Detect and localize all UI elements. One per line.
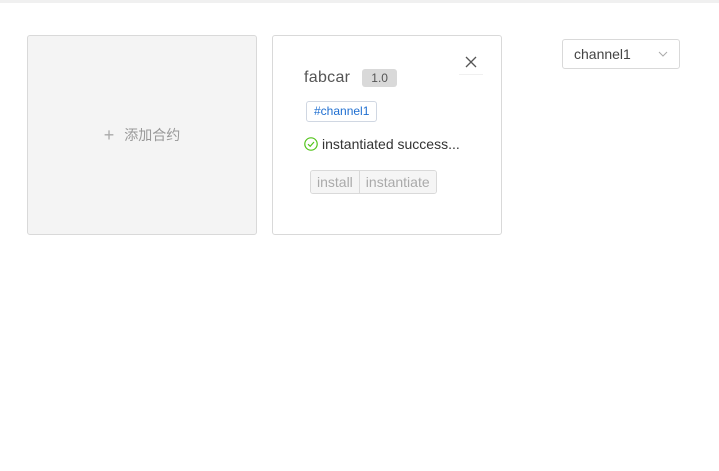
action-button-group: install instantiate	[310, 170, 437, 194]
add-contract-card[interactable]: + 添加合约	[27, 35, 257, 235]
close-button[interactable]	[459, 50, 483, 75]
contract-title-row: fabcar 1.0	[304, 69, 397, 87]
status-row: instantiated success...	[304, 136, 474, 152]
close-icon	[465, 56, 477, 68]
add-contract-label: 添加合约	[124, 127, 181, 143]
channel-select-value: channel1	[574, 46, 631, 62]
chevron-down-icon	[658, 51, 668, 57]
channel-tag: #channel1	[306, 101, 378, 122]
install-button[interactable]: install	[311, 171, 359, 193]
instantiate-button[interactable]: instantiate	[358, 171, 436, 193]
check-circle-icon	[304, 137, 318, 151]
status-text: instantiated success...	[322, 136, 460, 152]
contract-name: fabcar	[304, 69, 351, 86]
plus-icon: +	[103, 125, 115, 145]
channel-select[interactable]: channel1	[562, 39, 680, 69]
top-divider	[0, 0, 719, 3]
contract-card: fabcar 1.0 #channel1 instantiated succes…	[272, 35, 502, 235]
version-badge: 1.0	[362, 69, 397, 87]
